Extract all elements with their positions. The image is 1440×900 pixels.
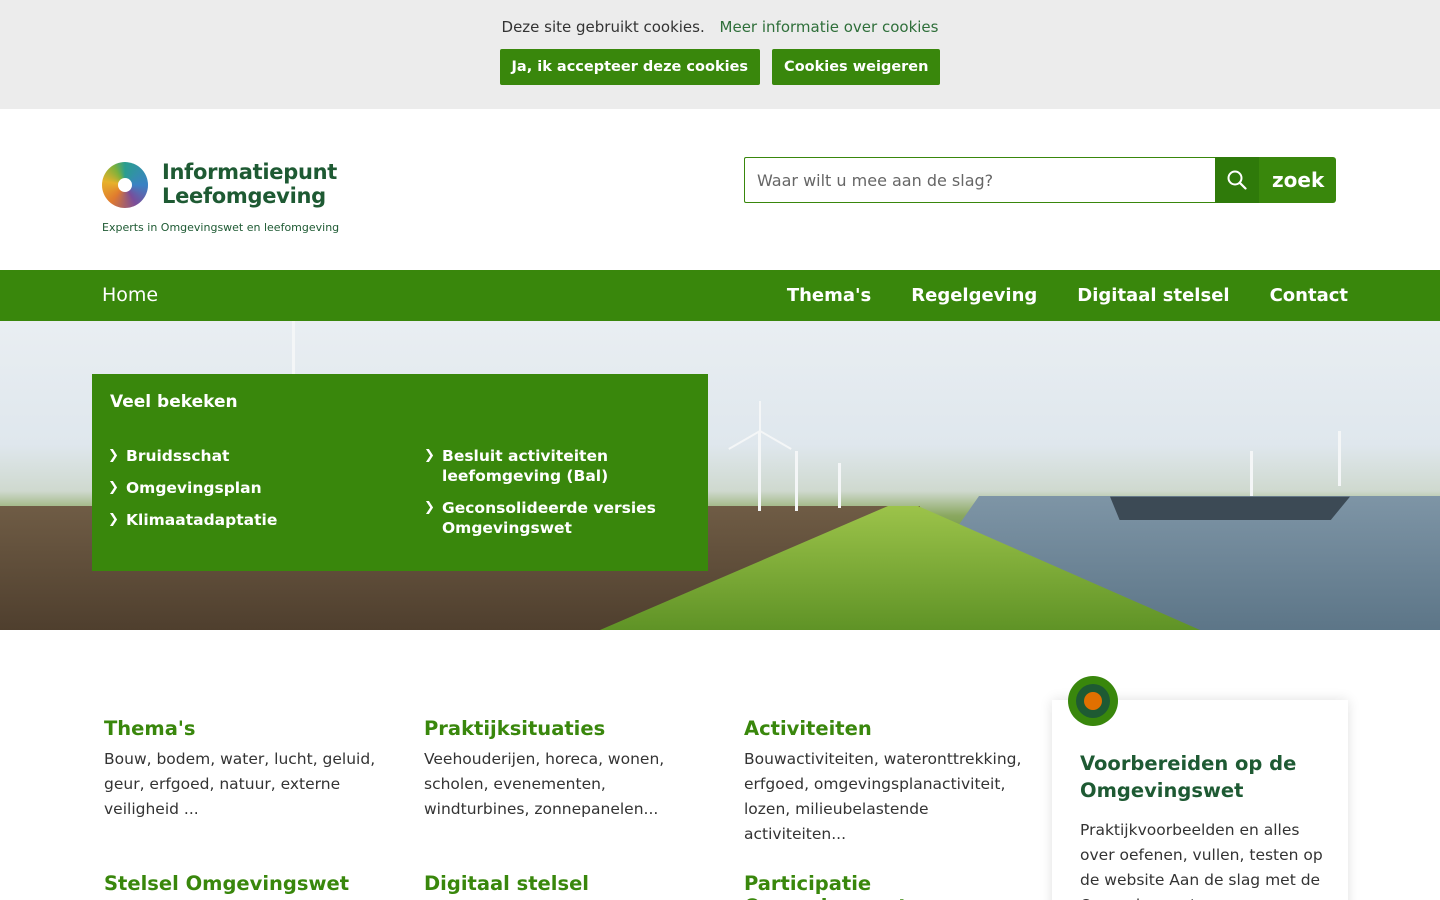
chevron-right-icon: ❯ (424, 448, 435, 463)
target-badge-icon (1068, 676, 1118, 726)
feature-card-title: Voorbereiden op de Omgevingswet (1080, 752, 1297, 802)
popular-link[interactable]: ❯ Klimaatadaptatie (108, 510, 277, 530)
popular-link-label: Omgevingsplan (126, 479, 262, 497)
tile-title: Participatie Omgevingswet (744, 872, 907, 900)
popular-link[interactable]: ❯ Omgevingsplan (108, 478, 277, 498)
search-button[interactable]: zoek (1215, 157, 1336, 203)
nav-item-themas[interactable]: Thema's (787, 270, 871, 321)
tile-text: Bouwactiviteiten, wateronttrekking, erfg… (744, 750, 1022, 843)
popular-list-col1: ❯ Bruidsschat ❯ Omgevingsplan ❯ Klimaatadap… (108, 446, 277, 542)
cookie-message: Deze site gebruikt cookies. (501, 18, 705, 36)
feature-card[interactable]: Voorbereiden op de Omgevingswet Praktijk… (1052, 676, 1348, 900)
feature-card-text: Praktijkvoorbeelden en alles over oefene… (1080, 821, 1323, 900)
tile-title: Praktijksituaties (424, 717, 606, 740)
decline-cookies-button[interactable]: Cookies weigeren (772, 49, 941, 85)
chevron-right-icon: ❯ (108, 512, 119, 527)
wind-turbine (758, 431, 761, 511)
popular-link-label: Besluit activiteiten leefomgeving (Bal) (442, 447, 609, 485)
cookie-buttons: Ja, ik accepteer deze cookies Cookies we… (0, 49, 1440, 85)
cookie-more-info-link[interactable]: Meer informatie over cookies (720, 18, 939, 36)
cookie-message-line: Deze site gebruikt cookies. Meer informa… (0, 18, 1440, 36)
wind-turbine (1338, 431, 1341, 486)
tile-text: Veehouderijen, horeca, wonen, scholen, e… (424, 750, 665, 818)
wind-turbine (1250, 451, 1253, 496)
tile-stelsel-omgevingswet[interactable]: Stelsel Omgevingswet (104, 872, 394, 900)
accept-cookies-button[interactable]: Ja, ik accepteer deze cookies (499, 49, 761, 85)
popular-link[interactable]: ❯ Besluit activiteiten leefomgeving (Bal) (424, 446, 684, 486)
turbine-blade (759, 430, 792, 450)
main-nav: Home Thema's Regelgeving Digitaal stelse… (0, 270, 1440, 321)
search-button-label: zoek (1272, 168, 1325, 192)
logo-name-line2: Leefomgeving (162, 184, 326, 208)
logo-tagline: Experts in Omgevingswet en leefomgeving (102, 221, 340, 234)
nav-item-regelgeving[interactable]: Regelgeving (911, 270, 1037, 321)
tile-activiteiten[interactable]: Activiteiten Bouwactiviteiten, waterontt… (744, 717, 1024, 847)
search-icon (1215, 157, 1259, 203)
tile-themas[interactable]: Thema's Bouw, bodem, water, lucht, gelui… (104, 717, 394, 822)
nav-item-contact[interactable]: Contact (1270, 270, 1348, 321)
logo-circle-icon (102, 162, 148, 208)
nav-home[interactable]: Home (102, 270, 158, 321)
nav-item-digitaal-stelsel[interactable]: Digitaal stelsel (1077, 270, 1229, 321)
cookie-bar: Deze site gebruikt cookies. Meer informa… (0, 0, 1440, 109)
wind-turbine (838, 463, 841, 508)
search-form: zoek (744, 157, 1336, 203)
popular-link[interactable]: ❯ Bruidsschat (108, 446, 277, 466)
search-input[interactable] (744, 157, 1215, 203)
popular-list-col2: ❯ Besluit activiteiten leefomgeving (Bal)… (424, 446, 684, 550)
popular-panel-title: Veel bekeken (110, 392, 238, 412)
hero-ship (1110, 496, 1350, 520)
chevron-right-icon: ❯ (108, 448, 119, 463)
tile-digitaal-stelsel[interactable]: Digitaal stelsel (424, 872, 714, 900)
popular-link-label: Klimaatadaptatie (126, 511, 278, 529)
nav-items: Thema's Regelgeving Digitaal stelsel Con… (787, 270, 1348, 321)
tile-title: Activiteiten (744, 717, 872, 740)
tile-title: Digitaal stelsel (424, 872, 589, 895)
turbine-blade (759, 401, 761, 431)
site-logo[interactable]: Informatiepunt Leefomgeving Experts in O… (102, 160, 339, 240)
logo-name-line1: Informatiepunt (162, 160, 337, 184)
tile-praktijksituaties[interactable]: Praktijksituaties Veehouderijen, horeca,… (424, 717, 714, 822)
wind-turbine (292, 321, 295, 376)
tile-title: Stelsel Omgevingswet (104, 872, 350, 895)
popular-link-label: Geconsolideerde versies Omgevingswet (442, 499, 656, 537)
chevron-right-icon: ❯ (424, 500, 435, 515)
wind-turbine (795, 451, 798, 511)
popular-link-label: Bruidsschat (126, 447, 230, 465)
popular-panel: Veel bekeken ❯ Bruidsschat ❯ Omgevingsplan… (92, 374, 708, 571)
tile-text: Bouw, bodem, water, lucht, geluid, geur,… (104, 750, 376, 818)
turbine-blade (728, 430, 761, 450)
popular-link[interactable]: ❯ Geconsolideerde versies Omgevingswet (424, 498, 684, 538)
tile-title: Thema's (104, 717, 196, 740)
chevron-right-icon: ❯ (108, 480, 119, 495)
tile-participatie-omgevingswet[interactable]: Participatie Omgevingswet (744, 872, 1034, 900)
